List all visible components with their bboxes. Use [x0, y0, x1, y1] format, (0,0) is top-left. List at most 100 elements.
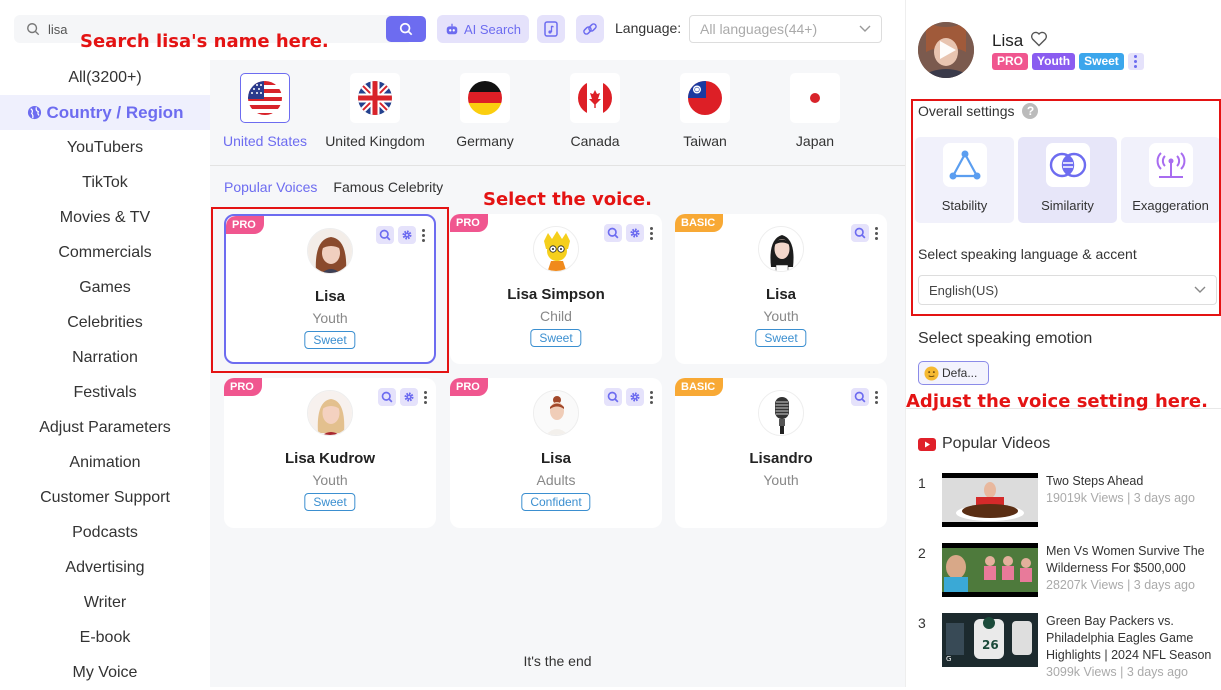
voice-tabs: Popular Voices Famous Celebrity [224, 179, 443, 195]
sidebar-item-label: Advertising [65, 558, 145, 576]
search-icon [27, 23, 40, 36]
annotation-search: Search lisa's name here. [80, 31, 329, 52]
country-canada[interactable]: Canada [540, 73, 650, 165]
sidebar-item-animation[interactable]: Animation [0, 445, 210, 480]
flag-box[interactable] [350, 73, 400, 123]
video-thumbnail[interactable] [942, 473, 1038, 527]
search-button[interactable] [386, 16, 426, 42]
card-actions [851, 388, 879, 406]
more-options-icon[interactable] [648, 226, 654, 240]
more-options-icon[interactable] [648, 390, 654, 404]
tier-badge: PRO [450, 378, 488, 396]
preview-button[interactable] [378, 388, 396, 406]
flag-box[interactable] [680, 73, 730, 123]
card-actions [604, 388, 654, 406]
sidebar-item-my-voice[interactable]: My Voice [0, 655, 210, 690]
voice-card[interactable]: PRO Lisa Adults Confident [450, 378, 662, 528]
voice-age: Youth [312, 472, 348, 488]
more-options-icon[interactable] [873, 226, 879, 240]
video-thumbnail[interactable]: 26 G [942, 613, 1038, 667]
voice-card[interactable]: PRO Lisa Simpson Child Sweet [450, 214, 662, 364]
sidebar-item-country-region[interactable]: Country / Region [0, 95, 210, 130]
tab-popular-voices[interactable]: Popular Voices [224, 179, 317, 195]
sidebar-item-podcasts[interactable]: Podcasts [0, 515, 210, 550]
more-tags-button[interactable] [1127, 53, 1144, 70]
sidebar-item-youtubers[interactable]: YouTubers [0, 130, 210, 165]
card-actions [378, 388, 428, 406]
more-options-icon[interactable] [422, 390, 428, 404]
voice-card[interactable]: PRO Lisa Kudrow Youth Sweet [224, 378, 436, 528]
video-thumbnail[interactable] [942, 543, 1038, 597]
preview-button[interactable] [851, 224, 869, 242]
country-name: Canada [570, 133, 620, 149]
sidebar-item-games[interactable]: Games [0, 270, 210, 305]
search-icon [607, 391, 619, 403]
voice-card[interactable]: BASIC Lisandro Youth [675, 378, 887, 528]
flag-box[interactable] [790, 73, 840, 123]
sidebar-item-writer[interactable]: Writer [0, 585, 210, 620]
voice-age: Youth [763, 308, 799, 324]
country-list: United States United Kingdom Germany Canada… [210, 60, 905, 166]
sidebar-item-customer-support[interactable]: Customer Support [0, 480, 210, 515]
tier-badge: BASIC [675, 378, 724, 396]
sidebar-item-e-book[interactable]: E-book [0, 620, 210, 655]
preview-button[interactable] [604, 388, 622, 406]
sidebar-item-narration[interactable]: Narration [0, 340, 210, 375]
voice-age: Child [540, 308, 572, 324]
sidebar-item-label: E-book [79, 628, 131, 646]
voice-card[interactable]: BASIC Lisa Youth Sweet [675, 214, 887, 364]
voice-name: Lisa [992, 31, 1024, 50]
voice-name: Lisa [765, 286, 796, 303]
sidebar-item-movies-tv[interactable]: Movies & TV [0, 200, 210, 235]
settings-button[interactable] [400, 388, 418, 406]
country-united-kingdom[interactable]: United Kingdom [320, 73, 430, 165]
settings-button[interactable] [626, 388, 644, 406]
flag-box[interactable] [240, 73, 290, 123]
sidebar-item-festivals[interactable]: Festivals [0, 375, 210, 410]
settings-button[interactable] [626, 224, 644, 242]
sidebar-item-label: Country / Region [46, 102, 184, 122]
united-states-flag-icon [248, 81, 282, 115]
country-japan[interactable]: Japan [760, 73, 870, 165]
search-icon [607, 227, 619, 239]
sidebar-item-adjust-parameters[interactable]: Adjust Parameters [0, 410, 210, 445]
country-taiwan[interactable]: Taiwan [650, 73, 760, 165]
preview-button[interactable] [604, 224, 622, 242]
country-name: Germany [456, 133, 514, 149]
video-title: Men Vs Women Survive The Wilderness For … [1046, 544, 1205, 575]
country-united-states[interactable]: United States [210, 73, 320, 165]
country-germany[interactable]: Germany [430, 73, 540, 165]
voice-style-tag: Sweet [304, 493, 356, 511]
heart-icon[interactable] [1030, 31, 1048, 47]
voice-avatar [307, 390, 353, 436]
sidebar-item-label: Commercials [58, 243, 152, 261]
more-options-icon[interactable] [873, 390, 879, 404]
popular-videos-heading: Popular Videos [918, 435, 1050, 453]
search-icon [381, 391, 393, 403]
emotion-select-value: Defa... [942, 366, 978, 380]
sidebar-item-all-3200[interactable]: All(3200+) [0, 60, 210, 95]
video-rank: 1 [918, 475, 926, 491]
flag-box[interactable] [570, 73, 620, 123]
emotion-select-button[interactable]: Defa... [918, 361, 989, 385]
flag-box[interactable] [460, 73, 510, 123]
sidebar-item-advertising[interactable]: Advertising [0, 550, 210, 585]
language-select[interactable]: All languages(44+) [689, 15, 882, 43]
link-button[interactable] [576, 15, 604, 43]
sidebar-item-label: Festivals [73, 383, 137, 401]
country-name: Taiwan [683, 133, 727, 149]
voice-style-tag: Sweet [530, 329, 582, 347]
tab-famous-celebrity[interactable]: Famous Celebrity [333, 179, 443, 195]
preview-button[interactable] [851, 388, 869, 406]
audio-file-button[interactable] [537, 15, 565, 43]
sidebar-item-label: Narration [72, 348, 138, 366]
svg-text:26: 26 [982, 638, 999, 652]
gear-icon [630, 228, 640, 238]
sidebar-item-tiktok[interactable]: TikTok [0, 165, 210, 200]
ai-search-button[interactable]: AI Search [437, 15, 529, 43]
voice-avatar-play[interactable] [918, 22, 974, 78]
language-label: Language: [615, 20, 682, 36]
sidebar-item-celebrities[interactable]: Celebrities [0, 305, 210, 340]
sidebar-item-commercials[interactable]: Commercials [0, 235, 210, 270]
sidebar-item-label: Podcasts [72, 523, 138, 541]
